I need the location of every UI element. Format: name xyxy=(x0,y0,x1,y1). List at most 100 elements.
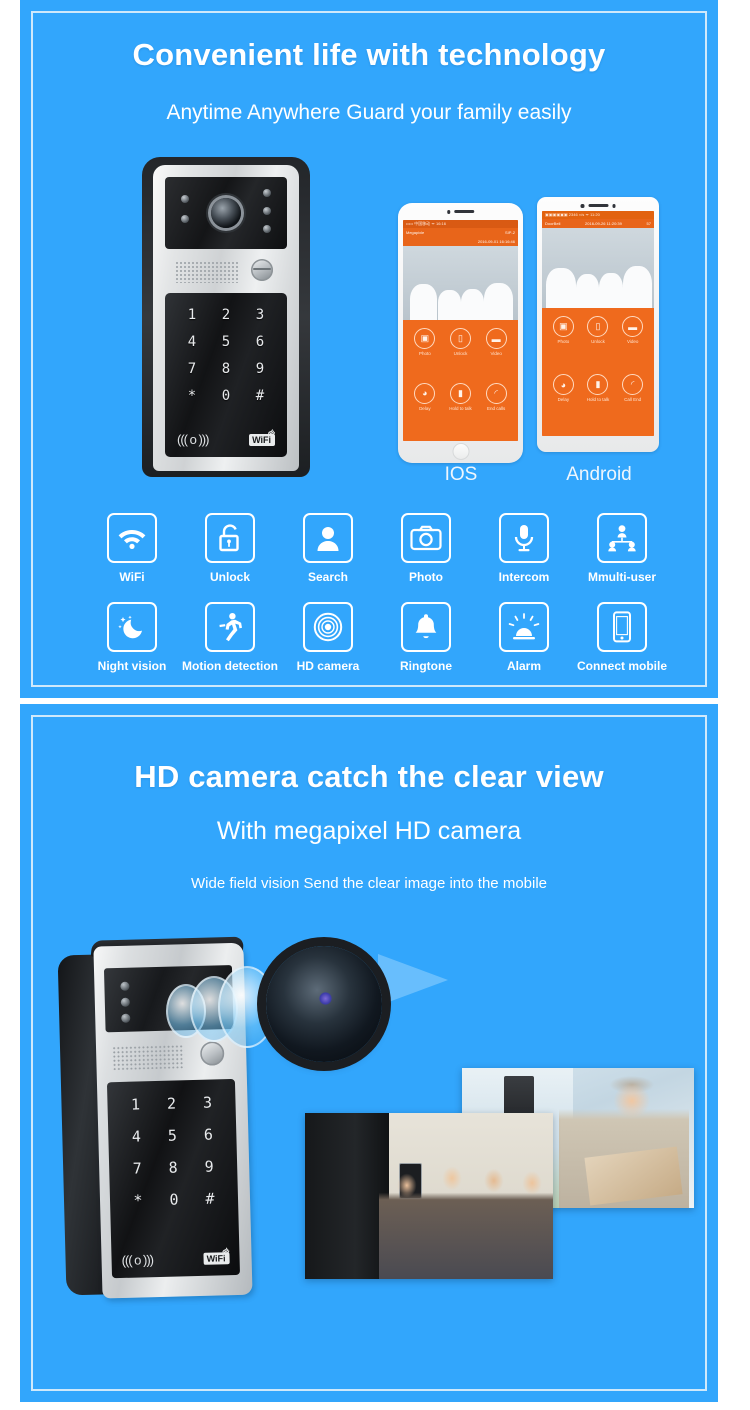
app-title-right: SIP-2 xyxy=(504,230,515,235)
person-silhouette-icon xyxy=(303,513,353,563)
feature-photo[interactable]: Photo xyxy=(377,513,475,584)
keypad-key[interactable]: 8 xyxy=(211,361,241,377)
app-control-grid: ▣ Photo ▯ Unlock ▬ Video ◕ Delay ▮ Hold … xyxy=(403,320,518,441)
camera-lens-icon xyxy=(303,602,353,652)
person-body xyxy=(460,288,484,320)
microphone-icon: ▮ xyxy=(587,374,609,395)
feature-icon-grid: WiFi Unlock Search Photo Intercom Mmulti… xyxy=(83,513,671,673)
feature-intercom[interactable]: Intercom xyxy=(475,513,573,584)
feature-label: Mmulti-user xyxy=(587,570,656,584)
keypad-key[interactable]: 1 xyxy=(117,1095,153,1114)
person-body xyxy=(622,266,652,308)
feature-ringtone[interactable]: Ringtone xyxy=(377,602,475,673)
keypad-key[interactable]: * xyxy=(120,1191,156,1210)
ir-led-icon xyxy=(121,1013,131,1023)
home-button[interactable] xyxy=(452,443,469,460)
camera-icon: ▣ xyxy=(552,316,574,337)
app-control-hold-to-talk[interactable]: ▮ Hold to talk xyxy=(443,382,479,438)
keypad-key[interactable]: 2 xyxy=(211,307,241,323)
keypad[interactable]: 1 2 3 4 5 6 7 8 9 * 0 # ((( o ))) WiFi xyxy=(106,1078,241,1279)
os-label-android: Android xyxy=(566,464,632,485)
keypad-key[interactable]: 2 xyxy=(153,1094,189,1113)
keypad-key[interactable]: 3 xyxy=(189,1093,225,1112)
open-padlock-icon xyxy=(205,513,255,563)
app-control-photo[interactable]: ▣ Photo xyxy=(407,328,443,383)
phone-mockup-android: ▣▣▣▣▣▣ 2346 ×/s ᯤ 11:20 DoorBell 2016-09… xyxy=(537,197,659,452)
keypad-key[interactable]: 0 xyxy=(211,388,241,404)
phone-body: ••••• 中国移动 ᯤ 16:16 Megapixle SIP-2 2016-… xyxy=(398,203,523,463)
earpiece-speaker-icon xyxy=(454,210,475,214)
keypad-key[interactable]: 3 xyxy=(245,307,275,323)
keypad-key[interactable]: # xyxy=(192,1189,228,1208)
feature-search[interactable]: Search xyxy=(279,513,377,584)
app-control-video[interactable]: ▬ Video xyxy=(478,328,514,383)
feature-connect-mobile[interactable]: Connect mobile xyxy=(573,602,671,673)
panel-one-title: Convenient life with technology xyxy=(132,37,606,72)
app-control-hold-to-talk[interactable]: ▮ Hold to talk xyxy=(581,374,616,432)
call-button[interactable] xyxy=(251,259,273,281)
app-control-end-call[interactable]: ◜ Call End xyxy=(615,374,650,432)
front-camera-icon xyxy=(580,204,584,208)
keypad-key[interactable]: 7 xyxy=(119,1159,155,1178)
feature-unlock[interactable]: Unlock xyxy=(181,513,279,584)
control-label: End calls xyxy=(487,405,506,411)
keypad-key[interactable]: 6 xyxy=(190,1125,226,1144)
front-door xyxy=(305,1113,390,1279)
app-control-unlock[interactable]: ▯ Unlock xyxy=(581,316,616,374)
magnified-lens-illustration xyxy=(160,938,448,1068)
app-date-bar: 2016-09-01 16:16:46 xyxy=(403,237,518,246)
feature-label: Intercom xyxy=(498,570,550,584)
siren-icon xyxy=(499,602,549,652)
keypad-key[interactable]: * xyxy=(177,388,207,404)
ir-led-icon xyxy=(181,215,189,223)
keypad[interactable]: 1 2 3 4 5 6 7 8 9 * 0 # (((o))) WiFi ≋ xyxy=(165,293,287,457)
keypad-key[interactable]: 1 xyxy=(177,307,207,323)
feature-label: Motion detection xyxy=(182,659,278,673)
video-icon: ▬ xyxy=(622,316,644,337)
feature-night-vision[interactable]: Night vision xyxy=(83,602,181,673)
app-control-photo[interactable]: ▣ Photo xyxy=(546,316,581,374)
feature-motion-detection[interactable]: Motion detection xyxy=(181,602,279,673)
smartphone-icon xyxy=(597,602,647,652)
keypad-key[interactable]: 4 xyxy=(177,334,207,350)
keypad-key[interactable]: 9 xyxy=(191,1157,227,1176)
ir-led-icon xyxy=(263,207,271,215)
rfid-wave-icon: ((( o ))) xyxy=(121,1252,154,1268)
app-control-video[interactable]: ▬ Video xyxy=(615,316,650,374)
feature-wifi[interactable]: WiFi xyxy=(83,513,181,584)
app-title-right: 57 xyxy=(646,221,651,226)
keypad-key[interactable]: 7 xyxy=(177,361,207,377)
wifi-badge-icon: WiFi xyxy=(203,1251,230,1265)
moon-stars-icon xyxy=(107,602,157,652)
app-control-unlock[interactable]: ▯ Unlock xyxy=(443,328,479,383)
panel-convenient-life: Convenient life with technology Anytime … xyxy=(20,0,718,698)
person-body xyxy=(483,283,514,320)
phone-body: ▣▣▣▣▣▣ 2346 ×/s ᯤ 11:20 DoorBell 2016-09… xyxy=(537,197,659,452)
feature-label: Search xyxy=(307,570,349,584)
bell-icon xyxy=(401,602,451,652)
keypad-key[interactable]: 4 xyxy=(118,1127,154,1146)
keypad-key[interactable]: 5 xyxy=(154,1126,190,1145)
app-control-delay[interactable]: ◕ Delay xyxy=(407,382,443,438)
keypad-key[interactable]: 0 xyxy=(156,1190,192,1209)
person-body xyxy=(599,272,623,308)
feature-alarm[interactable]: Alarm xyxy=(475,602,573,673)
app-control-delay[interactable]: ◕ Delay xyxy=(546,374,581,432)
ir-led-icon xyxy=(120,997,130,1007)
control-label: Hold to talk xyxy=(449,405,472,411)
app-control-end-call[interactable]: ◜ End calls xyxy=(478,382,514,438)
app-title-bar: Megapixle SIP-2 xyxy=(403,228,518,237)
panel-two-title: HD camera catch the clear view xyxy=(134,759,604,794)
feature-hd-camera[interactable]: HD camera xyxy=(279,602,377,673)
view-angle-beam xyxy=(378,954,448,1006)
feature-multi-user[interactable]: Mmulti-user xyxy=(573,513,671,584)
feature-label: Ringtone xyxy=(400,659,452,673)
keypad-key[interactable]: 8 xyxy=(155,1158,191,1177)
keypad-key[interactable]: # xyxy=(245,388,275,404)
doorbell-unit-front: 1 2 3 4 5 6 7 8 9 * 0 # (((o))) WiFi ≋ xyxy=(142,157,310,477)
keypad-key[interactable]: 5 xyxy=(211,334,241,350)
keypad-key[interactable]: 9 xyxy=(245,361,275,377)
keypad-key[interactable]: 6 xyxy=(245,334,275,350)
ir-led-icon xyxy=(181,195,189,203)
os-label-ios: IOS xyxy=(444,464,478,485)
